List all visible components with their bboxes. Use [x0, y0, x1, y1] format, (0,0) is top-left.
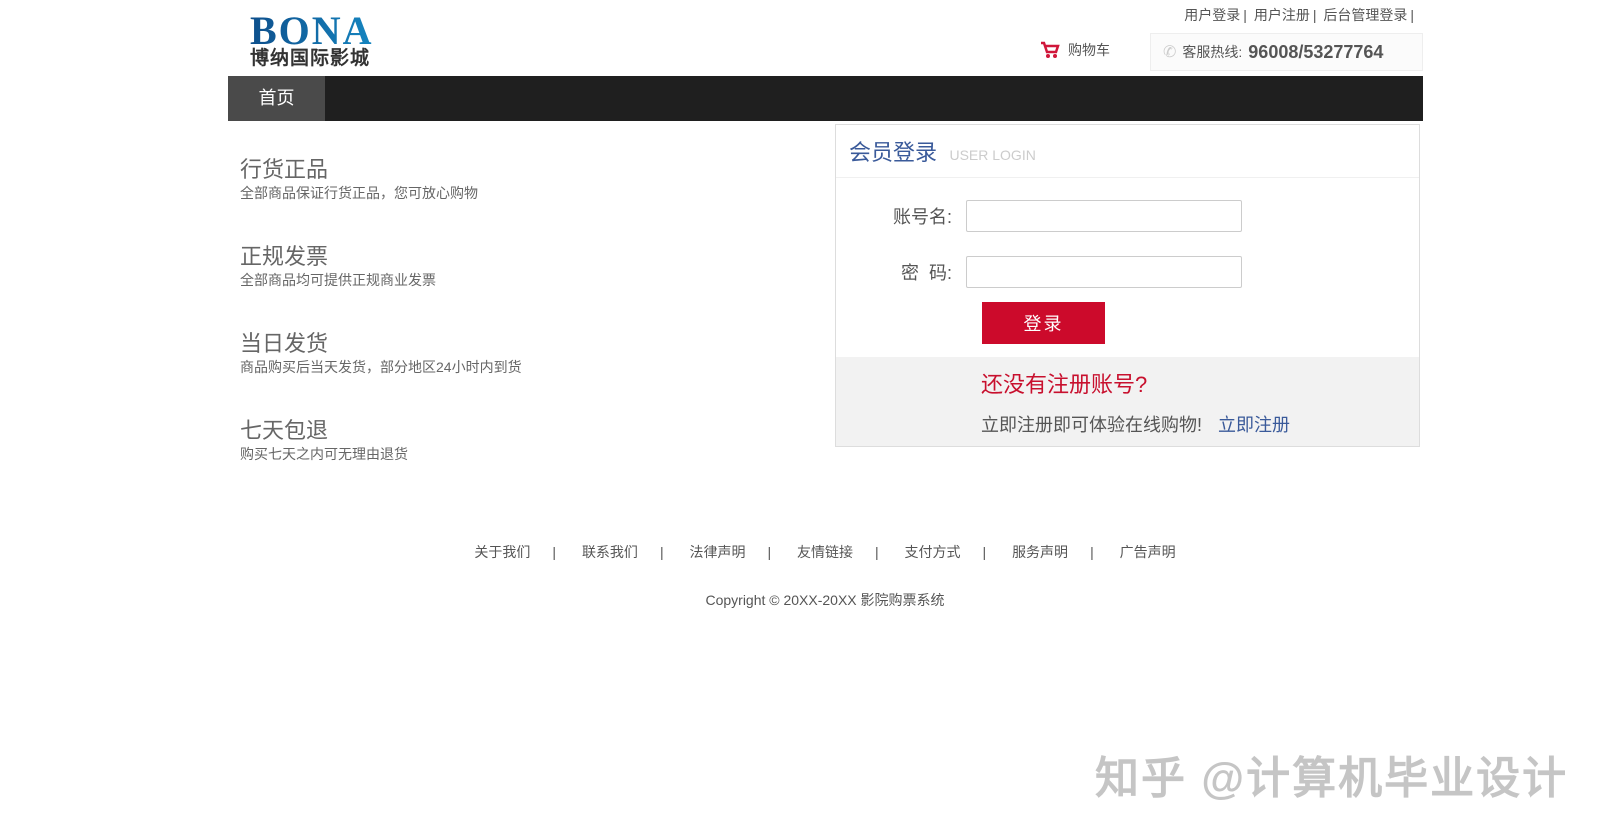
feature-desc: 购买七天之内可无理由退货	[240, 446, 408, 462]
hotline-label: 客服热线:	[1182, 44, 1243, 60]
separator: |	[1410, 7, 1414, 23]
separator: |	[1243, 7, 1247, 23]
top-links: 用户登录 | 用户注册 | 后台管理登录 |	[1184, 5, 1417, 25]
hotline-number: 96008/53277764	[1248, 41, 1384, 62]
logo[interactable]: BONA 博纳国际影城	[250, 11, 450, 69]
hotline-box: ✆ 客服热线: 96008/53277764	[1150, 33, 1423, 71]
footer-link-about[interactable]: 关于我们	[474, 544, 530, 560]
username-label: 账号名:	[892, 207, 952, 227]
copyright: Copyright © 20XX-20XX 影院购票系统	[705, 592, 945, 608]
feature-item: 当日发货商品购买后当天发货，部分地区24小时内到货	[240, 331, 570, 377]
footer-link-contact[interactable]: 联系我们	[582, 544, 638, 560]
login-title: 会员登录	[849, 140, 938, 165]
user-register-link[interactable]: 用户注册	[1254, 7, 1310, 23]
logo-text-cn: 博纳国际影城	[250, 47, 371, 69]
footer-links: 关于我们 | 联系我们 | 法律声明 | 友情链接 | 支付方式 | 服务声明 | 广告声明	[0, 542, 1622, 562]
separator: |	[659, 544, 664, 560]
logo-text-en: BONA	[250, 11, 450, 51]
main-nav: 首页	[228, 76, 1423, 121]
user-login-link[interactable]: 用户登录	[1184, 7, 1240, 23]
footer-link-legal[interactable]: 法律声明	[689, 544, 745, 560]
login-panel: 会员登录 USER LOGIN 账号名: 密 码: 登录 还没有注册账号? 立即…	[835, 124, 1420, 447]
watermark: 知乎 @计算机毕业设计	[1095, 754, 1569, 803]
phone-icon: ✆	[1163, 44, 1177, 61]
separator: |	[1090, 544, 1094, 560]
password-label: 密 码:	[900, 263, 952, 283]
cart-label: 购物车	[1068, 42, 1110, 58]
password-row: 密 码:	[836, 256, 1242, 288]
feature-item: 行货正品全部商品保证行货正品，您可放心购物	[240, 157, 570, 203]
login-header: 会员登录 USER LOGIN	[836, 125, 1419, 178]
feature-title: 行货正品	[240, 157, 329, 182]
cart-icon	[1041, 41, 1060, 58]
register-link[interactable]: 立即注册	[1218, 415, 1290, 435]
nav-item-home[interactable]: 首页	[228, 76, 325, 121]
separator: |	[552, 544, 557, 560]
login-subtitle: USER LOGIN	[949, 147, 1036, 163]
username-row: 账号名:	[836, 200, 1242, 232]
feature-desc: 全部商品保证行货正品，您可放心购物	[240, 185, 478, 201]
footer-link-friends[interactable]: 友情链接	[797, 544, 853, 560]
footer-link-payment[interactable]: 支付方式	[905, 544, 961, 560]
feature-item: 正规发票全部商品均可提供正规商业发票	[240, 244, 570, 290]
feature-title: 当日发货	[240, 331, 329, 356]
separator: |	[875, 544, 879, 560]
feature-title: 七天包退	[240, 418, 329, 443]
username-input[interactable]	[966, 200, 1242, 232]
feature-item: 七天包退购买七天之内可无理由退货	[240, 418, 570, 464]
register-prompt: 立即注册即可体验在线购物!	[981, 415, 1202, 435]
admin-login-link[interactable]: 后台管理登录	[1323, 7, 1407, 23]
separator: |	[1312, 7, 1317, 23]
cart-link[interactable]: 购物车	[1040, 40, 1110, 60]
no-account-text: 还没有注册账号?	[981, 372, 1148, 397]
footer-link-ads[interactable]: 广告声明	[1120, 544, 1176, 560]
feature-desc: 全部商品均可提供正规商业发票	[240, 272, 436, 288]
register-section: 还没有注册账号? 立即注册即可体验在线购物! 立即注册	[836, 357, 1419, 446]
feature-desc: 商品购买后当天发货，部分地区24小时内到货	[240, 359, 522, 375]
password-input[interactable]	[966, 256, 1242, 288]
login-button[interactable]: 登录	[982, 302, 1105, 344]
separator: |	[982, 544, 987, 560]
separator: |	[767, 544, 772, 560]
feature-title: 正规发票	[240, 244, 329, 269]
footer-link-service[interactable]: 服务声明	[1012, 544, 1068, 560]
